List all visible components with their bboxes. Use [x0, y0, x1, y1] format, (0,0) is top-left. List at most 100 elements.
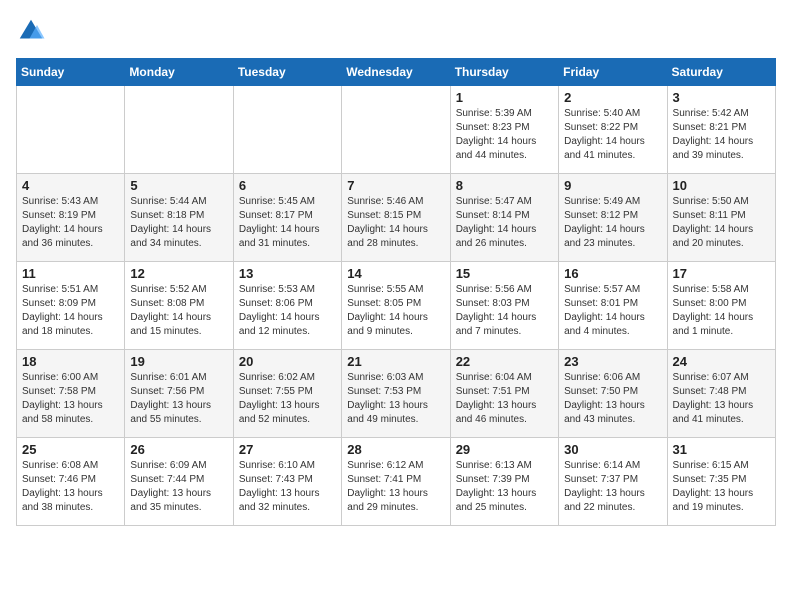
day-number: 7	[347, 178, 444, 193]
calendar-cell: 12 Sunrise: 5:52 AM Sunset: 8:08 PM Dayli…	[125, 262, 233, 350]
calendar-cell: 15 Sunrise: 5:56 AM Sunset: 8:03 PM Dayli…	[450, 262, 558, 350]
day-info: Sunrise: 5:49 AM Sunset: 8:12 PM Dayligh…	[564, 195, 661, 251]
day-info: Sunrise: 6:12 AM Sunset: 7:41 PM Dayligh…	[347, 459, 444, 515]
day-info: Sunrise: 6:15 AM Sunset: 7:35 PM Dayligh…	[673, 459, 770, 515]
day-header-sunday: Sunday	[17, 59, 125, 86]
day-number: 30	[564, 442, 661, 457]
day-info: Sunrise: 5:56 AM Sunset: 8:03 PM Dayligh…	[456, 283, 553, 339]
day-info: Sunrise: 6:06 AM Sunset: 7:50 PM Dayligh…	[564, 371, 661, 427]
calendar-cell: 10 Sunrise: 5:50 AM Sunset: 8:11 PM Dayli…	[667, 174, 775, 262]
day-header-wednesday: Wednesday	[342, 59, 450, 86]
day-number: 21	[347, 354, 444, 369]
calendar-cell: 19 Sunrise: 6:01 AM Sunset: 7:56 PM Dayli…	[125, 350, 233, 438]
day-number: 1	[456, 90, 553, 105]
day-info: Sunrise: 5:45 AM Sunset: 8:17 PM Dayligh…	[239, 195, 336, 251]
calendar-week-row: 25 Sunrise: 6:08 AM Sunset: 7:46 PM Dayli…	[17, 438, 776, 526]
day-number: 23	[564, 354, 661, 369]
day-number: 9	[564, 178, 661, 193]
day-header-monday: Monday	[125, 59, 233, 86]
day-info: Sunrise: 5:52 AM Sunset: 8:08 PM Dayligh…	[130, 283, 227, 339]
day-number: 27	[239, 442, 336, 457]
day-number: 26	[130, 442, 227, 457]
day-info: Sunrise: 6:08 AM Sunset: 7:46 PM Dayligh…	[22, 459, 119, 515]
day-info: Sunrise: 6:04 AM Sunset: 7:51 PM Dayligh…	[456, 371, 553, 427]
day-header-thursday: Thursday	[450, 59, 558, 86]
calendar-cell: 21 Sunrise: 6:03 AM Sunset: 7:53 PM Dayli…	[342, 350, 450, 438]
day-number: 24	[673, 354, 770, 369]
calendar-cell: 3 Sunrise: 5:42 AM Sunset: 8:21 PM Daylig…	[667, 86, 775, 174]
calendar-cell: 13 Sunrise: 5:53 AM Sunset: 8:06 PM Dayli…	[233, 262, 341, 350]
calendar-week-row: 11Sunrise: 5:51 AM Sunset: 8:09 PM Dayli…	[17, 262, 776, 350]
day-info: Sunrise: 5:57 AM Sunset: 8:01 PM Dayligh…	[564, 283, 661, 339]
day-info: Sunrise: 5:39 AM Sunset: 8:23 PM Dayligh…	[456, 107, 553, 163]
day-number: 16	[564, 266, 661, 281]
day-number: 5	[130, 178, 227, 193]
calendar-cell: 9 Sunrise: 5:49 AM Sunset: 8:12 PM Daylig…	[559, 174, 667, 262]
day-number: 31	[673, 442, 770, 457]
day-number: 12	[130, 266, 227, 281]
calendar-cell: 23 Sunrise: 6:06 AM Sunset: 7:50 PM Dayli…	[559, 350, 667, 438]
calendar-cell: 20Sunrise: 6:02 AM Sunset: 7:55 PM Dayli…	[233, 350, 341, 438]
day-number: 4	[22, 178, 119, 193]
day-number: 25	[22, 442, 119, 457]
day-info: Sunrise: 5:46 AM Sunset: 8:15 PM Dayligh…	[347, 195, 444, 251]
day-number: 14	[347, 266, 444, 281]
calendar-cell: 18 Sunrise: 6:00 AM Sunset: 7:58 PM Dayli…	[17, 350, 125, 438]
day-number: 28	[347, 442, 444, 457]
calendar-table: SundayMondayTuesdayWednesdayThursdayFrid…	[16, 58, 776, 526]
logo-icon	[16, 16, 46, 46]
calendar-cell: 2Sunrise: 5:40 AM Sunset: 8:22 PM Daylig…	[559, 86, 667, 174]
day-info: Sunrise: 5:44 AM Sunset: 8:18 PM Dayligh…	[130, 195, 227, 251]
day-info: Sunrise: 5:40 AM Sunset: 8:22 PM Dayligh…	[564, 107, 661, 163]
calendar-cell: 17Sunrise: 5:58 AM Sunset: 8:00 PM Dayli…	[667, 262, 775, 350]
calendar-week-row: 1 Sunrise: 5:39 AM Sunset: 8:23 PM Daylig…	[17, 86, 776, 174]
day-number: 19	[130, 354, 227, 369]
day-info: Sunrise: 5:53 AM Sunset: 8:06 PM Dayligh…	[239, 283, 336, 339]
calendar-cell: 29Sunrise: 6:13 AM Sunset: 7:39 PM Dayli…	[450, 438, 558, 526]
day-info: Sunrise: 6:02 AM Sunset: 7:55 PM Dayligh…	[239, 371, 336, 427]
calendar-cell: 6 Sunrise: 5:45 AM Sunset: 8:17 PM Daylig…	[233, 174, 341, 262]
day-number: 18	[22, 354, 119, 369]
day-header-saturday: Saturday	[667, 59, 775, 86]
calendar-cell: 11Sunrise: 5:51 AM Sunset: 8:09 PM Dayli…	[17, 262, 125, 350]
day-number: 10	[673, 178, 770, 193]
day-info: Sunrise: 6:09 AM Sunset: 7:44 PM Dayligh…	[130, 459, 227, 515]
calendar-cell: 16 Sunrise: 5:57 AM Sunset: 8:01 PM Dayli…	[559, 262, 667, 350]
calendar-cell	[17, 86, 125, 174]
page-header	[16, 16, 776, 46]
calendar-header-row: SundayMondayTuesdayWednesdayThursdayFrid…	[17, 59, 776, 86]
day-info: Sunrise: 6:03 AM Sunset: 7:53 PM Dayligh…	[347, 371, 444, 427]
day-info: Sunrise: 5:47 AM Sunset: 8:14 PM Dayligh…	[456, 195, 553, 251]
day-number: 13	[239, 266, 336, 281]
calendar-cell: 4 Sunrise: 5:43 AM Sunset: 8:19 PM Daylig…	[17, 174, 125, 262]
day-info: Sunrise: 5:42 AM Sunset: 8:21 PM Dayligh…	[673, 107, 770, 163]
day-number: 8	[456, 178, 553, 193]
day-info: Sunrise: 6:01 AM Sunset: 7:56 PM Dayligh…	[130, 371, 227, 427]
day-info: Sunrise: 5:50 AM Sunset: 8:11 PM Dayligh…	[673, 195, 770, 251]
calendar-cell: 31 Sunrise: 6:15 AM Sunset: 7:35 PM Dayli…	[667, 438, 775, 526]
day-header-tuesday: Tuesday	[233, 59, 341, 86]
calendar-cell: 24 Sunrise: 6:07 AM Sunset: 7:48 PM Dayli…	[667, 350, 775, 438]
day-info: Sunrise: 5:58 AM Sunset: 8:00 PM Dayligh…	[673, 283, 770, 339]
day-number: 6	[239, 178, 336, 193]
day-number: 15	[456, 266, 553, 281]
logo	[16, 16, 50, 46]
calendar-cell: 25 Sunrise: 6:08 AM Sunset: 7:46 PM Dayli…	[17, 438, 125, 526]
calendar-cell	[342, 86, 450, 174]
calendar-week-row: 4 Sunrise: 5:43 AM Sunset: 8:19 PM Daylig…	[17, 174, 776, 262]
day-number: 3	[673, 90, 770, 105]
day-number: 22	[456, 354, 553, 369]
calendar-cell: 22 Sunrise: 6:04 AM Sunset: 7:51 PM Dayli…	[450, 350, 558, 438]
calendar-cell	[233, 86, 341, 174]
day-info: Sunrise: 6:07 AM Sunset: 7:48 PM Dayligh…	[673, 371, 770, 427]
calendar-week-row: 18 Sunrise: 6:00 AM Sunset: 7:58 PM Dayli…	[17, 350, 776, 438]
day-info: Sunrise: 5:55 AM Sunset: 8:05 PM Dayligh…	[347, 283, 444, 339]
day-info: Sunrise: 5:43 AM Sunset: 8:19 PM Dayligh…	[22, 195, 119, 251]
day-info: Sunrise: 6:14 AM Sunset: 7:37 PM Dayligh…	[564, 459, 661, 515]
calendar-cell: 26 Sunrise: 6:09 AM Sunset: 7:44 PM Dayli…	[125, 438, 233, 526]
day-info: Sunrise: 6:10 AM Sunset: 7:43 PM Dayligh…	[239, 459, 336, 515]
calendar-cell: 28 Sunrise: 6:12 AM Sunset: 7:41 PM Dayli…	[342, 438, 450, 526]
calendar-cell: 5 Sunrise: 5:44 AM Sunset: 8:18 PM Daylig…	[125, 174, 233, 262]
day-info: Sunrise: 6:00 AM Sunset: 7:58 PM Dayligh…	[22, 371, 119, 427]
calendar-cell: 27 Sunrise: 6:10 AM Sunset: 7:43 PM Dayli…	[233, 438, 341, 526]
